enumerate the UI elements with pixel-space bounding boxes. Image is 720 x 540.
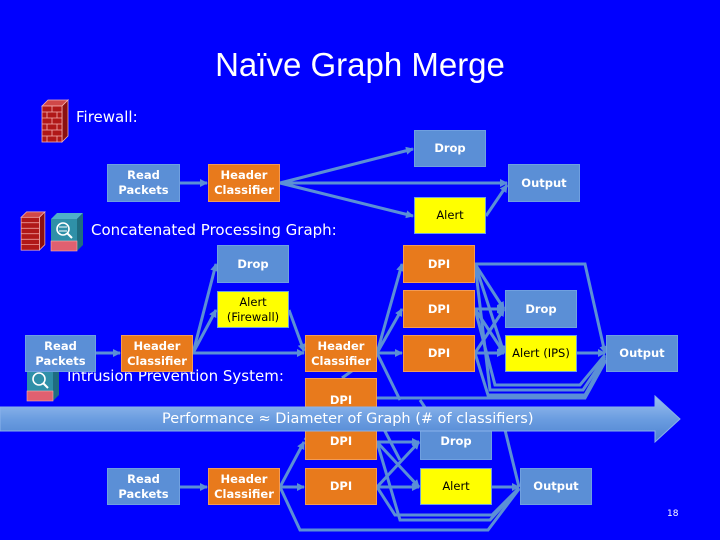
edge (278, 441, 306, 488)
ips-device-icon (50, 213, 83, 252)
concat-header-classifier-1-node: Header Classifier (121, 335, 193, 372)
concat-alert-fw-node: Alert (Firewall) (217, 291, 289, 328)
concat-dpi-2-node: DPI (403, 290, 475, 328)
fw-read-packets-node: Read Packets (107, 164, 180, 202)
ips-alert-node: Alert (420, 468, 492, 505)
firewall-section-label: Firewall: (76, 108, 138, 126)
edge (279, 146, 414, 185)
ips-read-packets-node: Read Packets (107, 468, 180, 505)
ips-output-node: Output (520, 468, 592, 505)
ips-dpi-2-node: DPI (305, 468, 377, 505)
performance-callout-text: Performance ≈ Diameter of Graph (# of cl… (162, 411, 534, 427)
concat-drop-ips-node: Drop (505, 290, 577, 328)
fw-alert-node: Alert (414, 197, 486, 234)
firewall-brick-icon (20, 210, 46, 252)
ips-header-classifier-node: Header Classifier (208, 468, 280, 505)
concat-dpi-3-node: DPI (403, 335, 475, 372)
concat-header-classifier-2-node: Header Classifier (305, 335, 377, 372)
edge (287, 309, 306, 352)
page-number: 18 (667, 509, 679, 519)
fw-output-node: Output (508, 164, 580, 202)
edge (375, 263, 404, 354)
edge (375, 352, 402, 401)
edge (484, 184, 509, 217)
concat-section-label: Concatenated Processing Graph: (91, 221, 337, 239)
edge (375, 308, 404, 354)
fw-drop-node: Drop (414, 130, 486, 167)
concat-read-packets-node: Read Packets (25, 335, 96, 372)
firewall-brick-icon (41, 99, 69, 143)
concat-alert-ips-node: Alert (IPS) (505, 335, 577, 372)
concat-drop-fw-node: Drop (217, 245, 289, 283)
concat-dpi-1-node: DPI (403, 245, 475, 283)
fw-header-classifier-node: Header Classifier (208, 164, 280, 202)
edge (191, 263, 219, 354)
edge (191, 309, 218, 354)
concat-output-node: Output (606, 335, 678, 372)
edge (279, 181, 414, 219)
